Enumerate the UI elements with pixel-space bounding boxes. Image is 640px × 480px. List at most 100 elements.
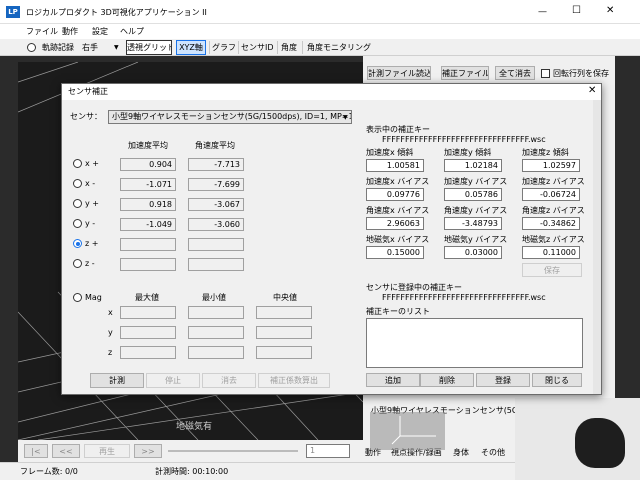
axis-radio[interactable]	[73, 159, 82, 168]
geomag-label: 地磁気有	[176, 422, 213, 432]
trace-record-label: 軌跡記録	[42, 43, 74, 52]
mag-min-header: 最小値	[202, 293, 226, 302]
mag-min-field	[188, 326, 244, 339]
fast-forward-button[interactable]: >>	[134, 444, 162, 458]
skip-start-button[interactable]: |<	[24, 444, 48, 458]
menu-bar: ファイル 動作 設定 ヘルプ	[0, 24, 640, 39]
coef-value-field[interactable]: 1.00581	[366, 159, 424, 172]
coef-value-field[interactable]: -3.48793	[444, 217, 502, 230]
mag-max-field	[120, 306, 176, 319]
coef-value-field[interactable]: 0.05786	[444, 188, 502, 201]
rewind-button[interactable]: <<	[52, 444, 80, 458]
axis-radio[interactable]	[73, 239, 82, 248]
coef-value-field[interactable]: -0.34862	[522, 217, 580, 230]
title-bar: LP ロジカルプロダクト 3D可視化アプリケーション II — ☐ ✕	[0, 0, 640, 24]
mag-row-label: z	[108, 348, 113, 357]
coef-value-field[interactable]: -0.06724	[522, 188, 580, 201]
coef-label: 加速度z 傾斜	[522, 148, 569, 157]
coef-label: 地磁気x バイアス	[366, 235, 430, 244]
grid-toggle-button[interactable]: 透視グリッド	[126, 40, 172, 55]
add-button[interactable]: 追加	[366, 373, 420, 387]
axis-label: y -	[85, 219, 96, 228]
axis-radio[interactable]	[73, 179, 82, 188]
coef-label: 角速度y バイアス	[444, 206, 508, 215]
close-window-button[interactable]: ✕	[606, 6, 614, 16]
dialog-close-icon[interactable]: ✕	[588, 86, 596, 96]
app-logo-icon: LP	[6, 6, 20, 18]
calib-file-button[interactable]: 補正ファイル	[441, 66, 489, 80]
trace-record-radio[interactable]	[27, 43, 36, 52]
axis-radio[interactable]	[73, 199, 82, 208]
mag-min-field	[188, 306, 244, 319]
toolbar-separator	[277, 41, 278, 54]
chevron-down-icon[interactable]: ▼	[343, 113, 348, 123]
coef-value-field[interactable]: 0.15000	[366, 246, 424, 259]
save-button[interactable]: 保存	[522, 263, 582, 277]
sensor-calibration-dialog: センサ補正 ✕ センサ： 小型9軸ワイヤレスモーションセンサ(5G/1500dp…	[61, 83, 602, 395]
speed-select[interactable]: 1	[306, 444, 350, 458]
axis-radio[interactable]	[73, 219, 82, 228]
mag-center-header: 中央値	[273, 293, 297, 302]
play-button[interactable]: 再生	[84, 444, 130, 458]
angle-monitoring-toggle[interactable]: 角度モニタリング	[307, 43, 371, 53]
minimize-button[interactable]: —	[538, 7, 547, 17]
load-measure-file-button[interactable]: 計測ファイル読込	[367, 66, 431, 80]
camera-preview	[515, 398, 640, 480]
toolbar-separator	[238, 41, 239, 54]
sensor-label: センサ：	[70, 112, 102, 121]
axis-radio[interactable]	[73, 259, 82, 268]
accel-avg-field: -1.071	[120, 178, 176, 191]
mag-radio[interactable]	[73, 293, 82, 302]
key-list-label: 補正キーのリスト	[366, 307, 430, 316]
menu-help[interactable]: ヘルプ	[120, 27, 144, 37]
measure-button[interactable]: 計測	[90, 373, 144, 388]
coef-label: 地磁気y バイアス	[444, 235, 508, 244]
xyz-axis-toggle-button[interactable]: XYZ軸	[176, 40, 206, 55]
clear-button[interactable]: 消去	[202, 373, 256, 388]
sensor-id-toggle[interactable]: センサID	[241, 43, 274, 53]
angle-toggle[interactable]: 角度	[281, 43, 297, 53]
axis-gizmo-icon	[391, 416, 436, 445]
tab-other[interactable]: その他	[481, 448, 505, 458]
playback-bar: |< << 再生 >> 1	[18, 440, 363, 462]
sensor-select[interactable]: 小型9軸ワイヤレスモーションセンサ(5G/1500dps), ID=1, MP=…	[108, 110, 352, 124]
axis-gizmo	[370, 412, 445, 450]
calc-coefficients-button[interactable]: 補正係数算出	[258, 373, 330, 388]
dialog-scrollbar[interactable]	[593, 100, 601, 394]
coef-value-field[interactable]: 0.09776	[366, 188, 424, 201]
tab-body[interactable]: 身体	[453, 448, 469, 458]
close-button[interactable]: 閉じる	[532, 373, 582, 387]
mag-max-field	[120, 346, 176, 359]
menu-settings[interactable]: 設定	[92, 27, 108, 37]
hand-select[interactable]: 右手	[82, 43, 98, 53]
delete-button[interactable]: 削除	[420, 373, 474, 387]
angvel-avg-field: -3.067	[188, 198, 244, 211]
mag-min-field	[188, 346, 244, 359]
angvel-avg-field: -7.699	[188, 178, 244, 191]
coef-label: 加速度z バイアス	[522, 177, 585, 186]
angvel-avg-field	[188, 238, 244, 251]
chevron-down-icon[interactable]: ▼	[114, 43, 119, 53]
playback-slider[interactable]	[168, 450, 298, 452]
clear-all-button[interactable]: 全て消去	[495, 66, 535, 80]
mag-center-field	[256, 306, 312, 319]
coef-value-field[interactable]: 0.11000	[522, 246, 580, 259]
coef-value-field[interactable]: 1.02597	[522, 159, 580, 172]
coef-label: 加速度x バイアス	[366, 177, 430, 186]
accel-avg-field	[120, 258, 176, 271]
axis-label: x -	[85, 179, 96, 188]
measure-time: 計測時間: 00:10:00	[155, 467, 229, 476]
register-button[interactable]: 登録	[476, 373, 530, 387]
rotation-matrix-checkbox[interactable]	[541, 69, 550, 78]
maximize-button[interactable]: ☐	[572, 6, 581, 16]
menu-action[interactable]: 動作	[62, 27, 78, 37]
mag-center-field	[256, 346, 312, 359]
coef-value-field[interactable]: 2.96063	[366, 217, 424, 230]
stop-button[interactable]: 停止	[146, 373, 200, 388]
coef-value-field[interactable]: 0.03000	[444, 246, 502, 259]
key-list[interactable]	[366, 318, 583, 368]
coef-value-field[interactable]: 1.02184	[444, 159, 502, 172]
mag-center-field	[256, 326, 312, 339]
graph-toggle[interactable]: グラフ	[212, 43, 236, 53]
menu-file[interactable]: ファイル	[26, 27, 58, 37]
